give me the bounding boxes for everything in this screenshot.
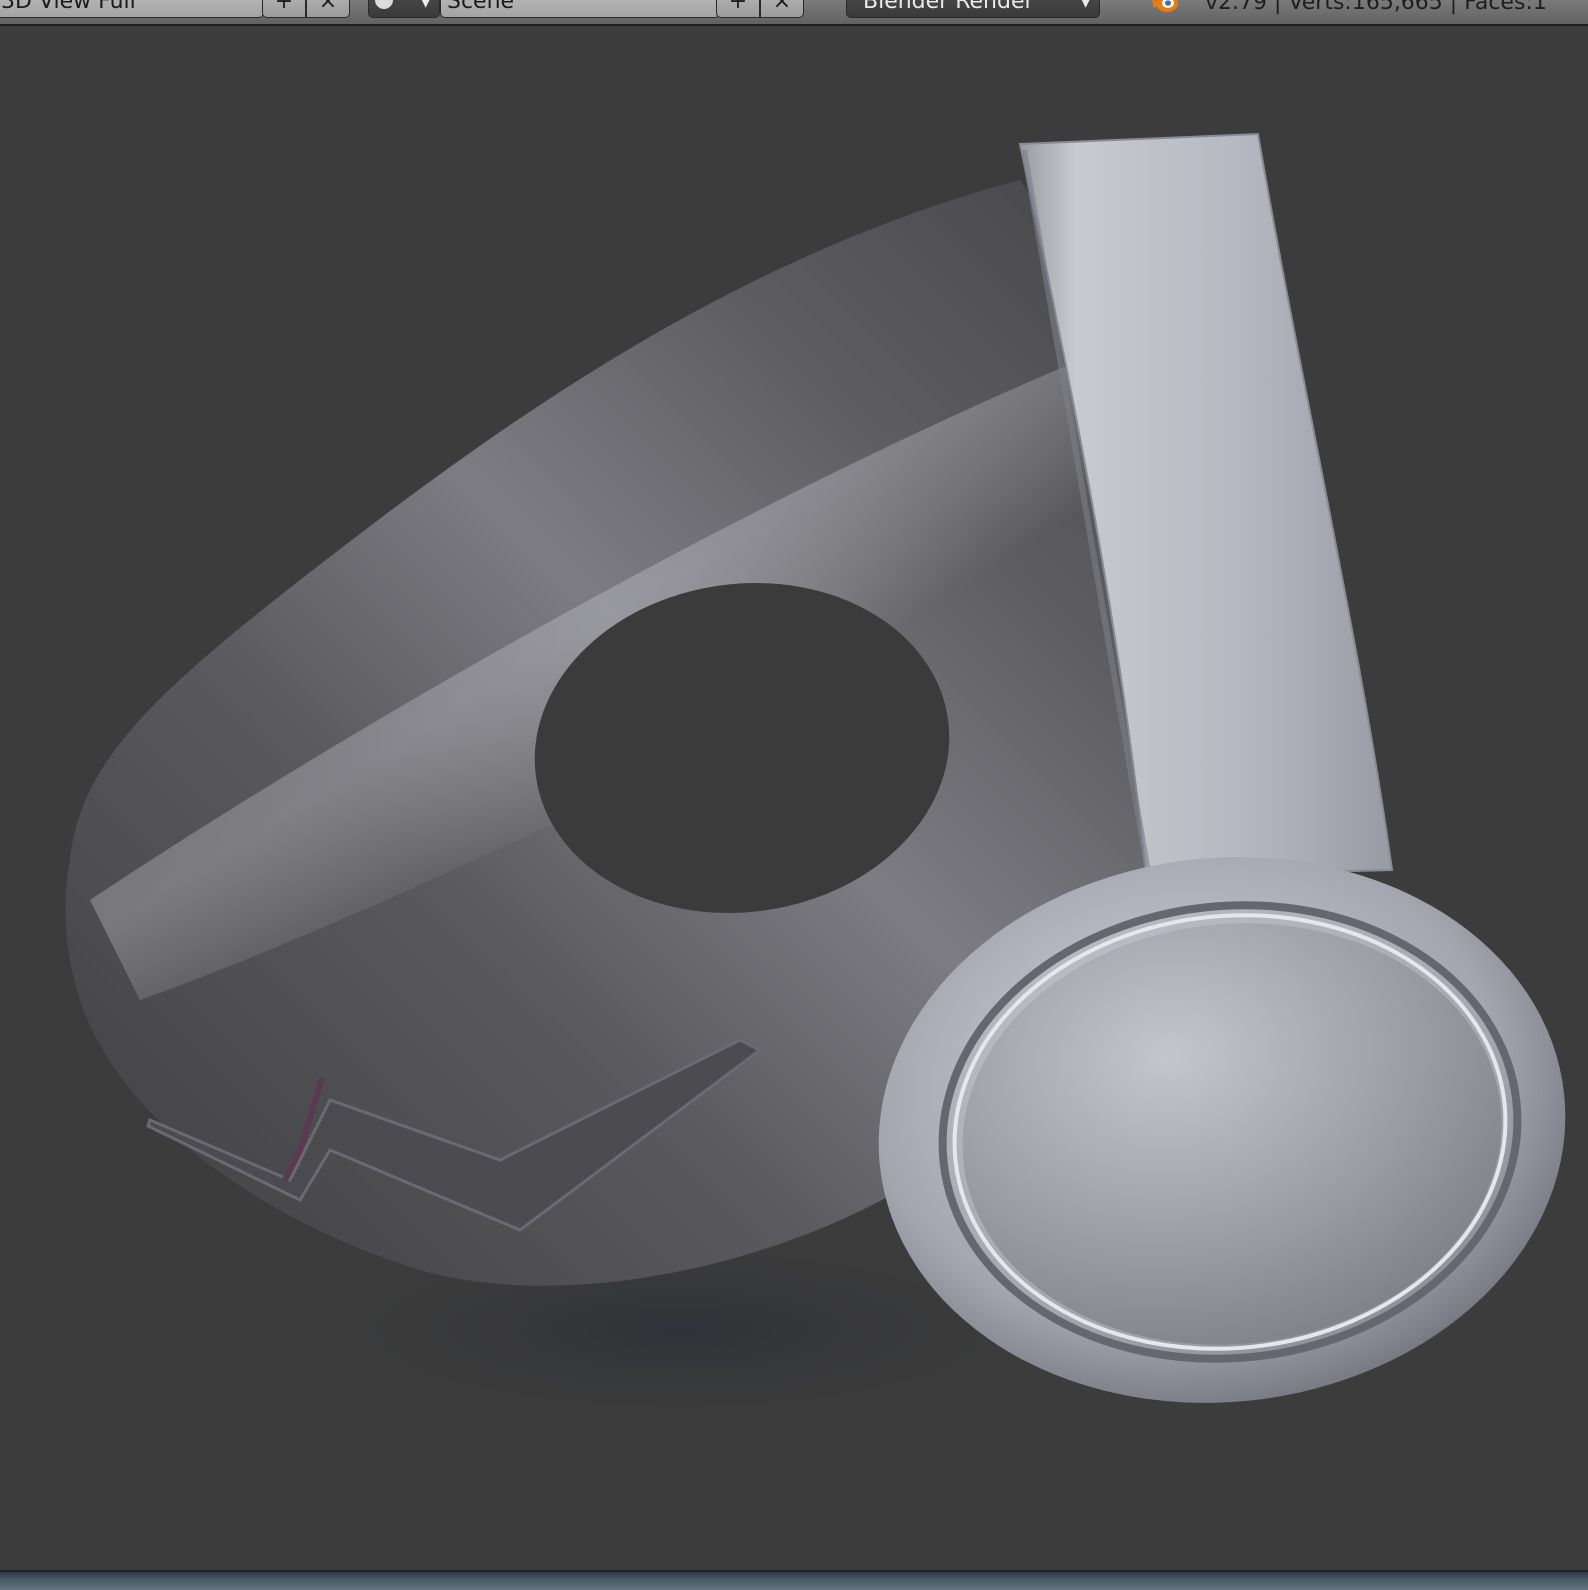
add-scene-button[interactable]: + bbox=[716, 0, 760, 18]
headphone-mesh[interactable] bbox=[0, 26, 1588, 1570]
chevron-down-icon: ▼ bbox=[1080, 0, 1091, 10]
delete-scene-button[interactable]: × bbox=[760, 0, 804, 18]
scene-name: Scene bbox=[447, 0, 515, 14]
screen-layout-name: 3D View Full bbox=[1, 0, 136, 14]
3d-viewport[interactable] bbox=[0, 26, 1588, 1570]
render-engine-label: Blender Render bbox=[863, 0, 1034, 14]
scene-icon bbox=[375, 0, 393, 9]
scene-statistics: v2.79 | Verts:165,665 | Faces:1 bbox=[1205, 0, 1547, 15]
scene-type-dropdown[interactable]: ▼ bbox=[368, 0, 440, 18]
delete-screen-button[interactable]: × bbox=[306, 0, 350, 18]
blender-logo-icon bbox=[1152, 0, 1178, 12]
add-screen-button[interactable]: + bbox=[262, 0, 306, 18]
plus-icon: + bbox=[274, 0, 294, 14]
render-engine-dropdown[interactable]: Blender Render ▼ bbox=[846, 0, 1100, 18]
blender-window: 3D View Full + × ▼ Scene + × Blender Ren… bbox=[0, 0, 1588, 1590]
screen-layout-selector[interactable]: 3D View Full bbox=[0, 0, 264, 18]
close-icon: × bbox=[318, 0, 338, 14]
plus-icon: + bbox=[728, 0, 748, 14]
area-divider[interactable] bbox=[0, 1570, 1588, 1590]
close-icon: × bbox=[772, 0, 792, 14]
scene-selector[interactable]: Scene bbox=[440, 0, 720, 18]
chevron-down-icon: ▼ bbox=[420, 0, 431, 10]
info-header: 3D View Full + × ▼ Scene + × Blender Ren… bbox=[0, 0, 1588, 26]
